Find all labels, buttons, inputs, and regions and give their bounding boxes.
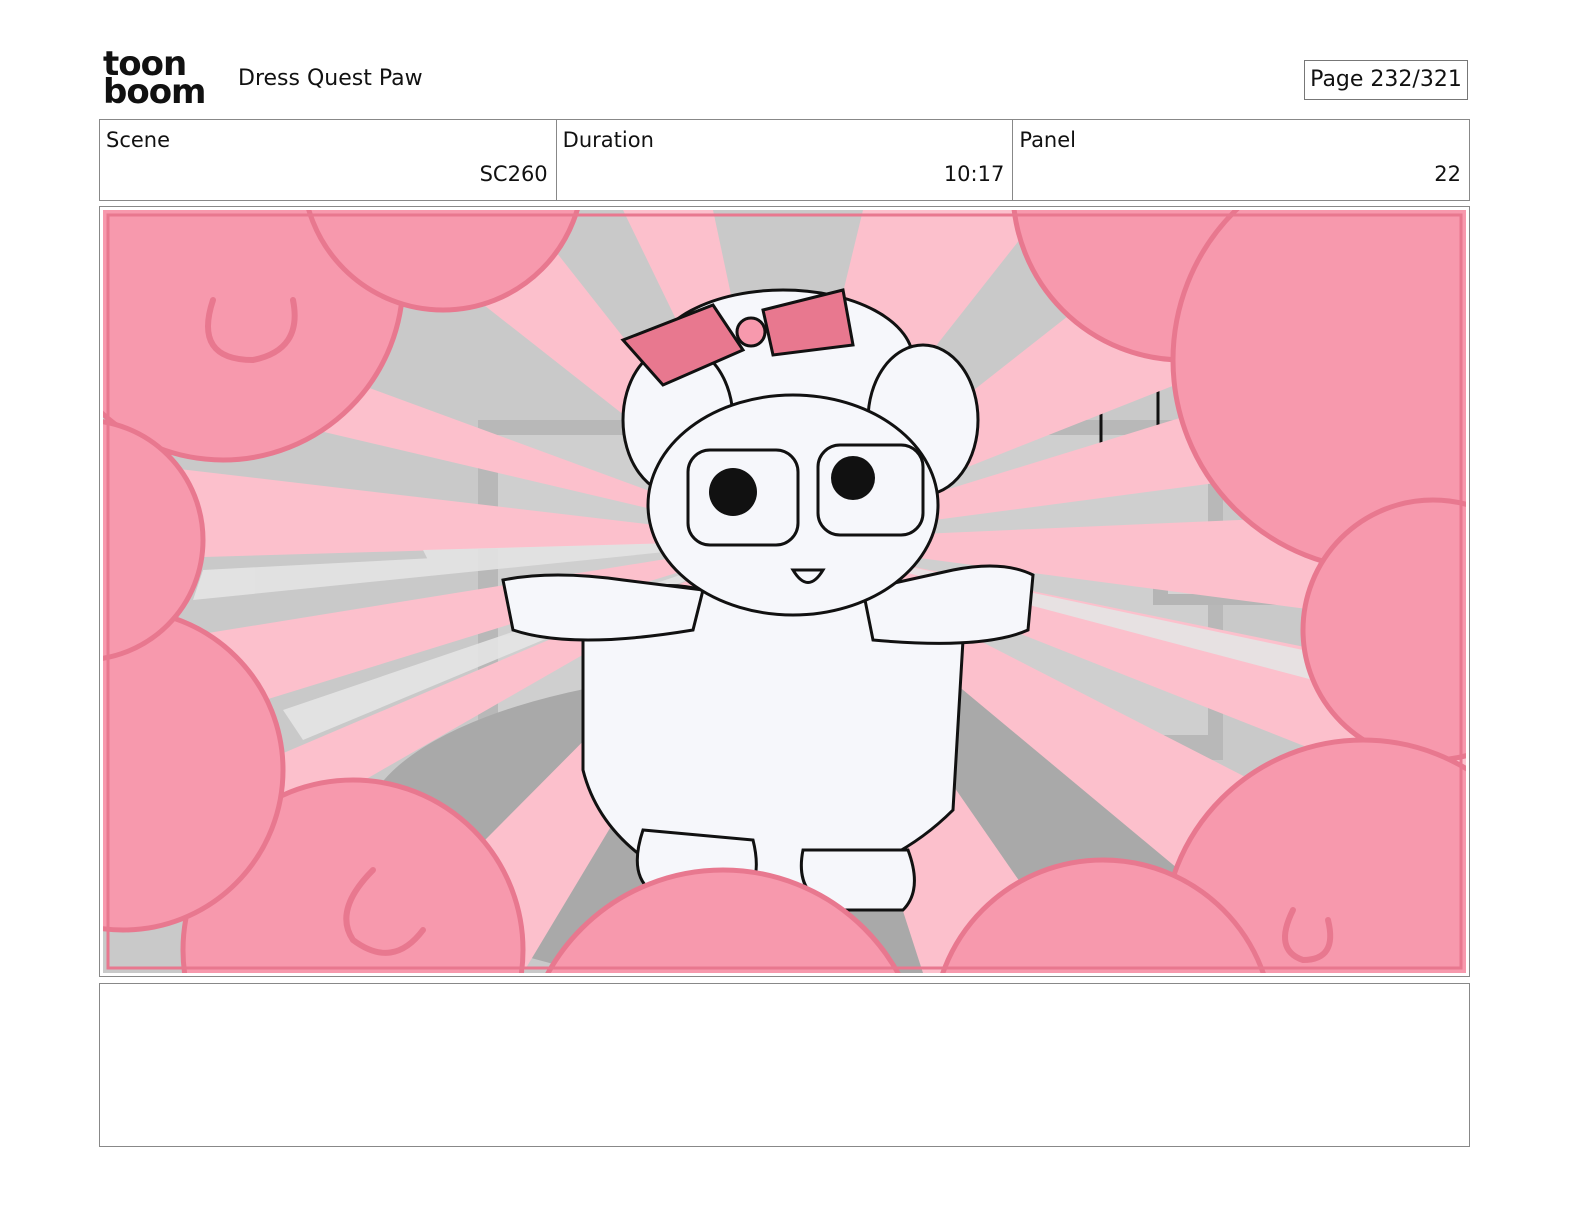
panel-value: 22 [1434,162,1462,186]
scene-label: Scene [106,128,171,152]
scene-info-table: Scene SC260 Duration 10:17 Panel 22 [99,119,1470,201]
duration-value: 10:17 [943,162,1005,186]
scene-cell: Scene SC260 [100,120,557,200]
panel-notes [99,983,1470,1147]
duration-label: Duration [562,128,654,152]
logo-line-2: boom [103,72,206,112]
storyboard-panel [99,206,1470,977]
duration-cell: Duration 10:17 [557,120,1014,200]
page-number: Page 232/321 [1304,60,1468,100]
toonboom-logo: toon boom [103,47,215,112]
panel-label: Panel [1019,128,1076,152]
scene-value: SC260 [479,162,548,186]
panel-cell: Panel 22 [1013,120,1469,200]
panel-artwork [103,210,1466,973]
project-title: Dress Quest Paw [238,66,423,91]
